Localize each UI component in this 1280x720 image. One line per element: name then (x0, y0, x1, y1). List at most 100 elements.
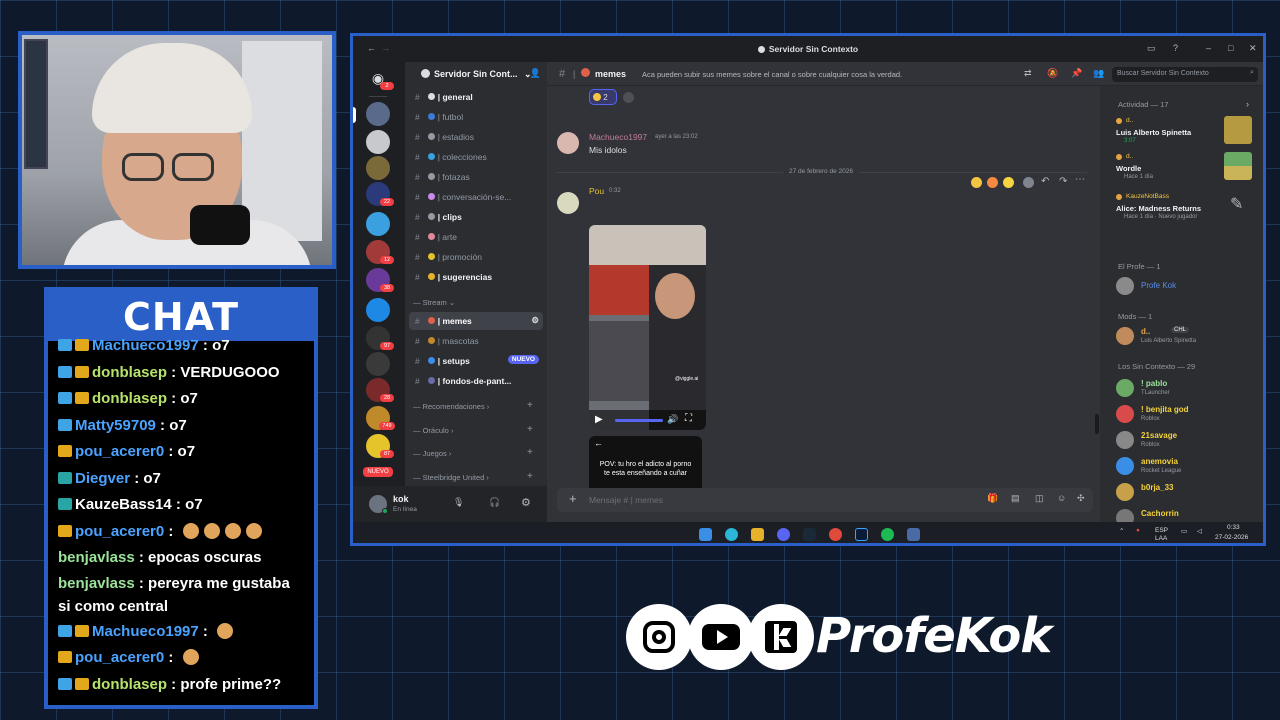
settings-gear-icon[interactable]: ⚙ (521, 496, 531, 509)
tray-chevron-icon[interactable]: ⌃ (1119, 527, 1124, 535)
edge-icon[interactable] (725, 528, 738, 541)
message-author[interactable]: Pou (589, 186, 604, 196)
message-input[interactable]: + Mensaje # | memes 🎁 ▤ ◫ ☺ ✣ (557, 488, 1093, 512)
channel-item[interactable]: # | sugerencias (409, 268, 543, 286)
category-item[interactable]: — Recomendaciones › + (413, 400, 533, 411)
channel-item[interactable]: # | conversación-se... (409, 188, 543, 206)
help-icon[interactable]: ? (1173, 43, 1178, 53)
channel-item[interactable]: # | memes ⚙ (409, 312, 543, 330)
search-input[interactable]: Buscar Servidor Sin Contexto ⌕ (1112, 67, 1258, 82)
emoji-picker-icon[interactable]: ☺ (1057, 493, 1066, 503)
server-icon-10[interactable] (366, 352, 390, 376)
add-channel-icon[interactable]: + (527, 447, 533, 458)
forward-icon[interactable]: ↷ (1059, 176, 1067, 187)
channel-item[interactable]: # | setups NUEVO (409, 352, 543, 370)
channel-item[interactable]: # | fotazas (409, 168, 543, 186)
scrollbar-thumb[interactable] (1095, 414, 1099, 434)
close-icon[interactable]: ✕ (1249, 43, 1257, 54)
server-icon-telegram[interactable] (366, 298, 390, 322)
add-channel-icon[interactable]: + (527, 471, 533, 482)
video-progress-bar[interactable] (615, 419, 663, 422)
add-channel-icon[interactable]: + (527, 424, 533, 435)
reaction-pill[interactable]: 2 (589, 89, 617, 105)
activity-card[interactable]: d.. Wordle Hace 1 día (1116, 152, 1256, 180)
language-indicator[interactable]: ESP LAA (1155, 527, 1177, 543)
server-icon-sin-contexto[interactable] (366, 102, 390, 126)
threads-icon[interactable]: ⇄ (1024, 68, 1032, 79)
pin-icon[interactable]: 📌 (1071, 68, 1082, 79)
headphones-icon[interactable]: 🎧 (489, 497, 500, 508)
avatar[interactable] (557, 132, 579, 154)
microphone-icon[interactable]: 🎙 (453, 497, 464, 508)
channel-item[interactable]: # | fondos-de-pant... (409, 372, 543, 390)
channel-item[interactable]: # | clips (409, 208, 543, 226)
member-item[interactable]: anemovia Rocket League (1116, 454, 1256, 480)
message-author[interactable]: Machueco1997 (589, 132, 647, 142)
add-channel-icon[interactable]: + (527, 400, 533, 411)
video-attachment[interactable]: @viggle.ai ▶ 🔊 ⛶ (589, 225, 706, 430)
chrome-icon[interactable] (829, 528, 842, 541)
spotify-icon[interactable] (881, 528, 894, 541)
chevron-right-icon[interactable]: › (1246, 99, 1249, 109)
add-member-icon[interactable]: 👤 (530, 68, 541, 79)
fullscreen-icon[interactable]: ⛶ (685, 413, 692, 424)
channel-settings-icon[interactable]: ⚙ (531, 315, 539, 326)
server-header[interactable]: Servidor Sin Cont... ⌄ 👤 (405, 62, 547, 86)
apps-icon[interactable]: ✣ (1077, 493, 1085, 504)
avatar[interactable] (557, 192, 579, 214)
activity-card[interactable]: d.. Luis Alberto Spinetta 3:07 (1116, 116, 1256, 144)
app-icon[interactable] (907, 528, 920, 541)
windows-start-icon[interactable] (699, 528, 712, 541)
add-reaction-icon[interactable] (623, 92, 634, 103)
steam-icon[interactable] (803, 528, 816, 541)
category-item[interactable]: — Oráculo › + (413, 424, 533, 435)
sticker-icon[interactable]: ◫ (1035, 493, 1044, 504)
channel-item[interactable]: # | mascotas (409, 332, 543, 350)
clock-date[interactable]: 27-02-2026 (1215, 534, 1248, 541)
channel-item[interactable]: # | promoción (409, 248, 543, 266)
emote-icon (203, 522, 220, 539)
activity-card[interactable]: KauzeNotBass Alice: Madness Returns Hace… (1116, 192, 1256, 220)
add-attachment-icon[interactable]: + (569, 491, 577, 506)
server-icon-5[interactable] (366, 212, 390, 236)
server-icon-2[interactable] (366, 130, 390, 154)
file-explorer-icon[interactable] (751, 528, 764, 541)
photoshop-icon[interactable] (855, 528, 868, 541)
channel-item[interactable]: # | arte (409, 228, 543, 246)
member-item[interactable]: ! pablo TLauncher (1116, 376, 1256, 402)
channel-item[interactable]: # | colecciones (409, 148, 543, 166)
clock-time[interactable]: 0:33 (1227, 524, 1240, 531)
gift-icon[interactable]: 🎁 (987, 493, 998, 504)
member-item[interactable]: b0rja_33 (1116, 480, 1256, 506)
network-icon[interactable]: ▭ (1181, 527, 1187, 535)
category-item[interactable]: — Juegos › + (413, 447, 533, 458)
member-item[interactable]: ! benjita god Roblox (1116, 402, 1256, 428)
play-icon[interactable]: ▶ (595, 414, 603, 425)
emoji-reaction-icon[interactable] (971, 177, 982, 188)
member-list-icon[interactable]: 👥 (1093, 68, 1104, 79)
member-item[interactable]: d.. CHL Luis Alberto Spinetta (1116, 324, 1256, 350)
channel-item[interactable]: # | estadios (409, 128, 543, 146)
discord-taskbar-icon[interactable] (777, 528, 790, 541)
more-options-icon[interactable]: ⋯ (1075, 174, 1085, 185)
member-item[interactable]: 21savage Roblox (1116, 428, 1256, 454)
clap-reaction-icon[interactable] (1003, 177, 1014, 188)
volume-icon[interactable]: ◁ (1197, 527, 1202, 535)
volume-icon[interactable]: 🔊 (667, 414, 678, 425)
add-reaction-icon[interactable] (1023, 177, 1034, 188)
server-icon-3[interactable] (366, 156, 390, 180)
tray-mic-icon[interactable]: ● (1136, 527, 1140, 534)
inbox-icon[interactable]: ▭ (1147, 43, 1156, 54)
gif-icon[interactable]: ▤ (1011, 493, 1020, 504)
reply-icon[interactable]: ↶ (1041, 176, 1049, 187)
maximize-icon[interactable]: □ (1228, 43, 1233, 53)
category-stream[interactable]: — Stream ⌄ (413, 298, 455, 307)
video-attachment-second[interactable]: ← POV: tu hro el adicto al porno te esta… (589, 436, 702, 496)
fire-reaction-icon[interactable] (987, 177, 998, 188)
minimize-icon[interactable]: – (1206, 43, 1211, 53)
category-item[interactable]: — Steelbridge United › + (413, 471, 533, 482)
member-item[interactable]: Profe Kok (1116, 274, 1256, 300)
notification-bell-icon[interactable]: 🔕 (1047, 68, 1058, 79)
channel-item[interactable]: # | general (409, 88, 543, 106)
channel-item[interactable]: # | futbol (409, 108, 543, 126)
